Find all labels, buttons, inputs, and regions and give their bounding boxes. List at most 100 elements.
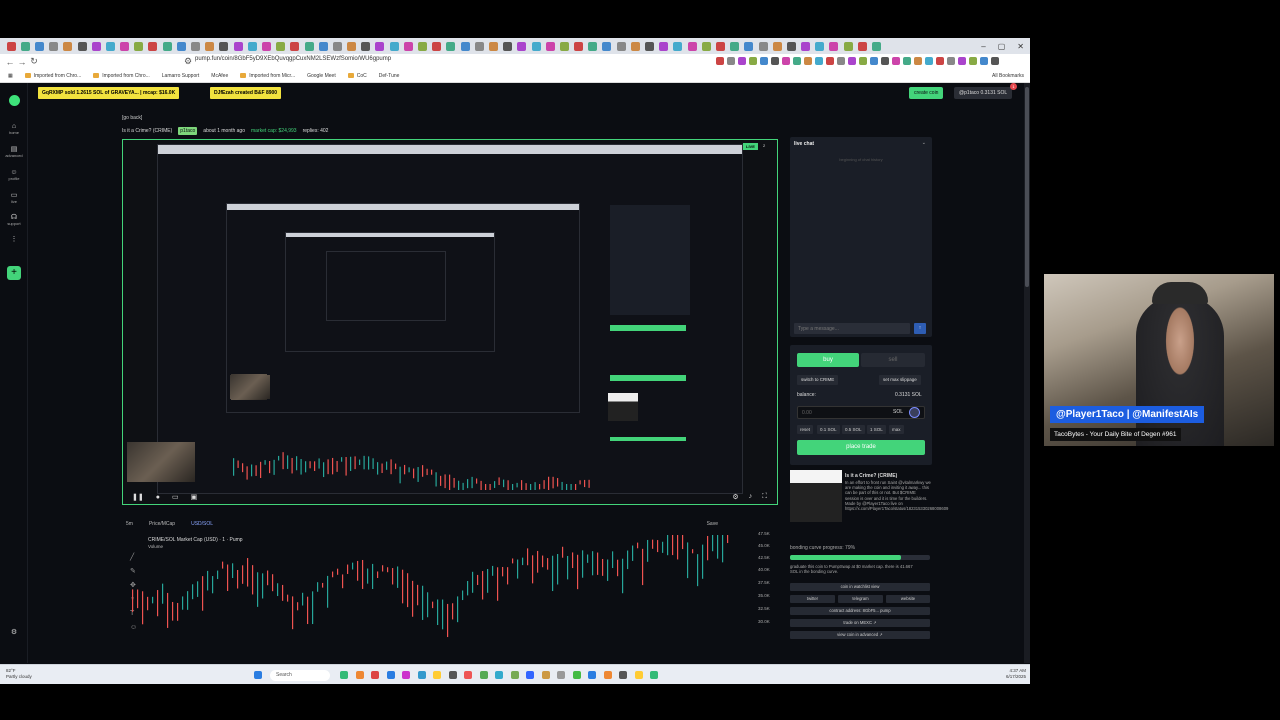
nav-advanced[interactable]: ▤ advanced [4,145,24,158]
browser-tab[interactable] [148,41,158,51]
browser-tab[interactable] [559,41,569,51]
taskbar-app-icon[interactable] [371,671,379,679]
taskbar-app-icon[interactable] [619,671,627,679]
close-icon[interactable]: ✕ [1017,42,1024,51]
taskbar-app-icon[interactable] [479,671,488,679]
ticker-trade[interactable]: GqRXMP sold 1.2615 SOL of GRAVEYA... | m… [38,87,180,99]
browser-tab[interactable] [91,41,101,51]
extension-icon[interactable] [881,57,889,65]
extension-icon[interactable] [892,57,900,65]
extension-icon[interactable] [947,57,955,65]
quick-reset[interactable]: reset [797,425,814,434]
extension-icon[interactable] [727,57,735,65]
browser-tab[interactable] [446,41,456,51]
settings-icon[interactable]: ⚙ [4,628,24,636]
extension-icon[interactable] [903,57,911,65]
browser-tab[interactable] [574,41,584,51]
bookmark-2[interactable]: Imported from Chro... [93,73,150,79]
taskbar-app-icon[interactable] [634,671,643,679]
fullscreen-icon[interactable]: ⛶ [762,493,767,501]
creator-badge[interactable]: p1taco [178,127,198,135]
telegram-link[interactable]: telegram [838,595,883,603]
browser-tab[interactable] [616,41,626,51]
extension-icon[interactable] [782,57,790,65]
browser-tab[interactable] [77,41,87,51]
browser-tab[interactable] [645,41,655,51]
extension-icon[interactable] [793,57,801,65]
browser-tab[interactable] [332,41,342,51]
user-wallet-button[interactable]: @p1taco 0.3131 SOL [954,87,1013,99]
extension-icon[interactable] [936,57,944,65]
extension-icon[interactable] [815,57,823,65]
extension-icon[interactable] [738,57,746,65]
back-icon[interactable]: ← [4,57,16,67]
taskbar-app-icon[interactable] [650,671,658,679]
settings-icon[interactable]: ⚙ [732,493,738,501]
advanced-view-link[interactable]: view coin in advanced ↗ [790,631,930,639]
browser-tab[interactable] [247,41,257,51]
browser-tab[interactable] [304,41,314,51]
quick-0-1[interactable]: 0.1 SOL [817,425,840,434]
create-coin-button[interactable]: create coin [909,87,944,99]
browser-tab[interactable] [630,41,640,51]
send-message-button[interactable]: ↑ [914,323,926,334]
browser-tab[interactable] [701,41,711,51]
extension-icon[interactable] [859,57,867,65]
taskbar-app-icon[interactable] [433,671,441,679]
browser-tab[interactable] [460,41,470,51]
extension-icon[interactable] [914,57,922,65]
bookmark-3[interactable]: Lamarro Support [162,73,200,79]
taskbar-app-icon[interactable] [386,671,395,679]
chevron-down-icon[interactable]: ⌄ [922,140,926,146]
url-field[interactable]: pump.fun/coin/8GbF5yD9XEbQuvqgpCuxNM2LSE… [195,56,391,62]
extension-icons[interactable] [716,57,999,65]
minimize-icon[interactable]: – [981,42,985,51]
quick-0-5[interactable]: 0.5 SOL [842,425,865,434]
buy-tab[interactable]: buy [797,353,859,367]
window-controls[interactable]: – ▢ ✕ [981,38,1024,54]
extension-icon[interactable] [870,57,878,65]
apps-icon[interactable]: ▦ [8,73,13,79]
price-mcap-toggle[interactable]: Price/MCap [149,521,175,527]
volume-icon[interactable]: ♪ [749,493,753,501]
browser-tab[interactable] [20,41,30,51]
browser-tab[interactable] [474,41,484,51]
browser-tab[interactable] [744,41,754,51]
taskbar-app-icon[interactable] [588,671,596,679]
taskbar-app-icon[interactable] [448,671,457,679]
browser-tab[interactable] [786,41,796,51]
extension-icon[interactable] [837,57,845,65]
browser-tab[interactable] [801,41,811,51]
browser-tab[interactable] [176,41,186,51]
browser-tab[interactable] [375,41,385,51]
browser-tab[interactable] [261,41,271,51]
taskbar-app-icon[interactable] [495,671,503,679]
website-link[interactable]: website [886,595,930,603]
pause-icon[interactable]: ❚❚ [132,493,144,501]
browser-tab[interactable] [772,41,782,51]
nav-support[interactable]: ☊ support [4,213,24,226]
browser-tab[interactable] [389,41,399,51]
bookmark-4[interactable]: McAfee [211,73,228,79]
browser-tab[interactable] [687,41,697,51]
taskbar-app-icon[interactable] [557,671,565,679]
browser-tab[interactable] [347,41,357,51]
extension-icon[interactable] [958,57,966,65]
extension-icon[interactable] [760,57,768,65]
browser-tab[interactable] [219,41,229,51]
camera-icon[interactable]: ▭ [172,493,179,501]
watchlist-button[interactable]: coin in watchlist view [790,583,930,591]
screen-share-icon[interactable]: ▣ [191,493,198,501]
browser-tab[interactable] [34,41,44,51]
browser-tab[interactable] [659,41,669,51]
browser-tab[interactable] [829,41,839,51]
browser-tab[interactable] [872,41,882,51]
maximize-icon[interactable]: ▢ [998,42,1006,51]
twitter-link[interactable]: twitter [790,595,835,603]
forward-icon[interactable]: → [16,57,28,67]
browser-tab[interactable] [673,41,683,51]
all-bookmarks[interactable]: All Bookmarks [992,73,1024,79]
browser-tab-strip[interactable] [0,38,1030,54]
bookmark-8[interactable]: Def-Tune [379,73,400,79]
weather-widget[interactable]: 82°F Partly cloudy [6,668,32,680]
